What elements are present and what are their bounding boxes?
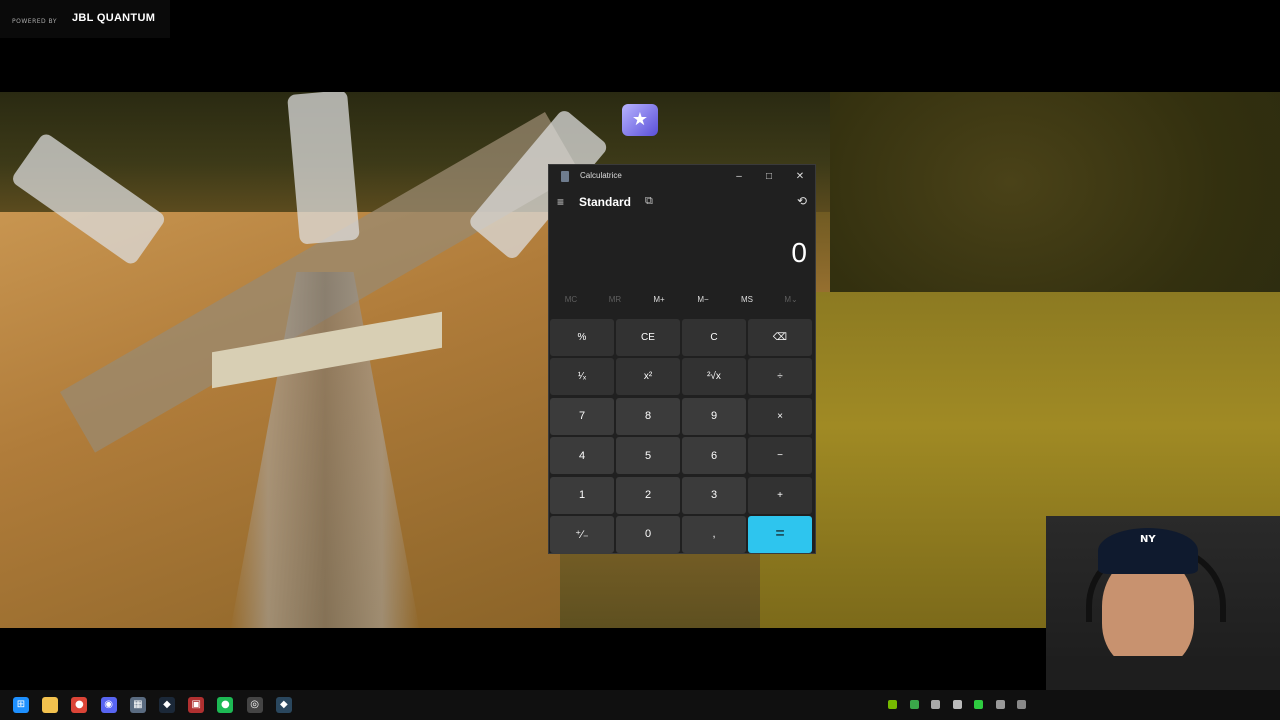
- spotify-icon[interactable]: ●: [217, 697, 234, 713]
- obs-icon[interactable]: ◎: [246, 697, 263, 713]
- steam-alt-icon[interactable]: ◆: [275, 697, 292, 713]
- digit-5-button[interactable]: 5: [616, 437, 680, 475]
- cap-logo: NY: [1140, 534, 1156, 545]
- minimize-button[interactable]: –: [725, 167, 753, 187]
- chrome-icon[interactable]: ●: [71, 697, 88, 713]
- multiply-button[interactable]: ×: [748, 397, 812, 435]
- digit-7-button[interactable]: 7: [550, 397, 614, 435]
- equals-button[interactable]: =: [748, 515, 812, 553]
- digit-2-button[interactable]: 2: [616, 476, 680, 514]
- result-display: 0: [791, 237, 807, 268]
- windmill-blade: [287, 92, 360, 245]
- digit-1-button[interactable]: 1: [550, 476, 614, 514]
- add-button[interactable]: +: [748, 476, 812, 514]
- decimal-button[interactable]: ,: [682, 515, 746, 553]
- calculator-window: Calculatrice – □ ✕ ≡ Standard ⧉ ⟲ 0 MC MR…: [548, 164, 816, 554]
- settings-tray-icon[interactable]: [1017, 700, 1026, 709]
- window-title: Calculatrice: [580, 171, 622, 180]
- percent-button[interactable]: %: [550, 319, 614, 356]
- subtract-button[interactable]: −: [748, 437, 812, 475]
- digit-9-button[interactable]: 9: [682, 397, 746, 435]
- digit-8-button[interactable]: 8: [616, 397, 680, 435]
- green-tray-icon[interactable]: [974, 700, 983, 709]
- memory-button-1[interactable]: MR: [593, 295, 637, 304]
- divide-button[interactable]: ÷: [748, 358, 812, 396]
- clear-button[interactable]: C: [682, 319, 746, 356]
- clear-entry-button[interactable]: CE: [616, 319, 680, 356]
- nvidia-tray-icon[interactable]: [888, 700, 897, 709]
- digit-4-button[interactable]: 4: [550, 437, 614, 475]
- windows-start-icon[interactable]: ⊞: [13, 697, 29, 713]
- media-app-icon[interactable]: ▣: [188, 697, 205, 713]
- memory-buttons-row: MC MR M+ M− MS M⌄: [549, 295, 815, 311]
- digit-6-button[interactable]: 6: [682, 437, 746, 475]
- hamburger-menu-icon[interactable]: ≡: [557, 195, 564, 209]
- title-bar[interactable]: Calculatrice – □ ✕: [549, 165, 815, 189]
- square-button[interactable]: x²: [616, 358, 680, 396]
- streamer-shirt: [1046, 656, 1280, 690]
- calculator-icon[interactable]: ▦: [129, 697, 146, 713]
- close-button[interactable]: ✕: [786, 167, 814, 187]
- powered-by-text: POWERED BY: [12, 18, 58, 25]
- keep-on-top-icon[interactable]: ⧉: [645, 195, 653, 208]
- stream-branding: POWERED BY JBL QUANTUM: [0, 0, 170, 38]
- memory-button-3[interactable]: M−: [681, 295, 725, 304]
- square-root-button[interactable]: ²√x: [682, 358, 746, 396]
- keypad: % CE C ⌫ ¹⁄ₓ x² ²√x ÷ 7 8 9 × 4 5 6− 1 2 3 + ⁺∕₋ 0, =: [550, 319, 814, 553]
- calculator-header: ≡ Standard ⧉ ⟲: [549, 191, 815, 217]
- calculator-app-icon: [561, 171, 569, 182]
- reciprocal-button[interactable]: ¹⁄ₓ: [550, 358, 614, 396]
- steam-icon[interactable]: ◆: [159, 697, 175, 713]
- gpu-tray-icon[interactable]: [909, 700, 919, 709]
- digit-0-button[interactable]: 0: [616, 515, 680, 553]
- memory-button-5[interactable]: M⌄: [769, 295, 813, 304]
- discord-icon[interactable]: ◉: [100, 697, 117, 713]
- negate-button[interactable]: ⁺∕₋: [550, 515, 614, 553]
- history-icon[interactable]: ⟲: [797, 194, 807, 208]
- backspace-button[interactable]: ⌫: [748, 319, 812, 356]
- mode-title: Standard: [579, 195, 632, 209]
- memory-button-4[interactable]: MS: [725, 295, 769, 304]
- steam-tray-icon[interactable]: [995, 700, 1005, 709]
- digit-3-button[interactable]: 3: [682, 476, 746, 514]
- network-tray-icon[interactable]: [952, 700, 962, 709]
- webcam-feed: NY: [1046, 516, 1280, 690]
- game-overlay-icon: ★: [622, 104, 658, 136]
- memory-button-2[interactable]: M+: [637, 295, 681, 304]
- taskbar: ⊞ ● ◉ ▦ ◆ ▣ ● ◎ ◆: [0, 690, 1280, 720]
- file-explorer-icon[interactable]: [42, 697, 59, 713]
- memory-button-0[interactable]: MC: [549, 295, 593, 304]
- discord-tray-icon[interactable]: [931, 700, 940, 709]
- brand-logo-text: JBL QUANTUM: [72, 12, 156, 24]
- maximize-button[interactable]: □: [755, 167, 783, 187]
